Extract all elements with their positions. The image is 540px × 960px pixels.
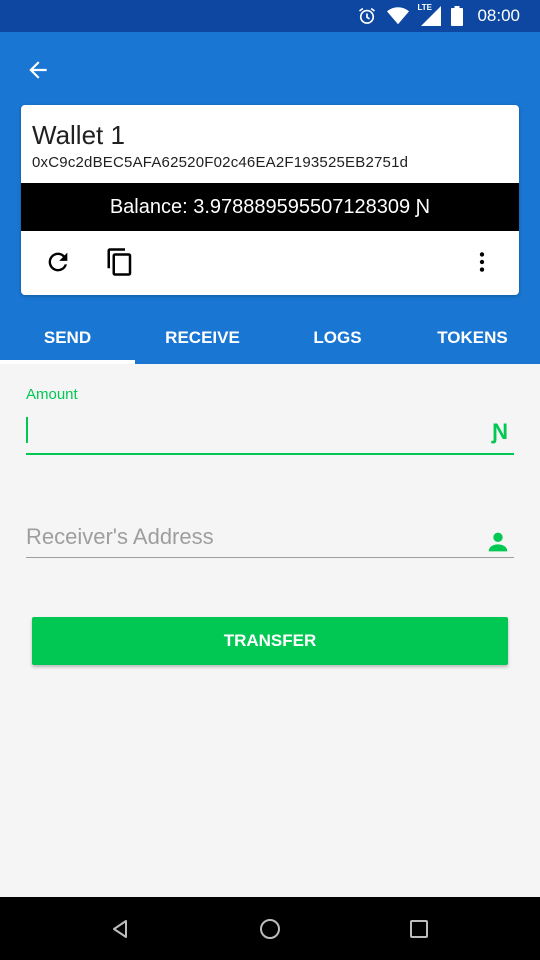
wallet-address: 0xC9c2dBEC5AFA62520F02c46EA2F193525EB275…: [32, 154, 409, 171]
square-recents-icon: [410, 920, 428, 938]
back-button[interactable]: [22, 54, 54, 86]
receiver-field: Receiver's Address: [26, 520, 514, 558]
wallet-name: Wallet 1: [32, 120, 125, 150]
receiver-address-input[interactable]: Receiver's Address: [26, 520, 514, 558]
text-caret: [26, 417, 28, 443]
person-icon: [488, 532, 508, 552]
receiver-placeholder: Receiver's Address: [26, 524, 214, 549]
signal-icon: LTE: [417, 3, 442, 26]
copy-button[interactable]: [103, 245, 137, 279]
navigation-bar: [0, 897, 540, 960]
balance-text: Balance: 3.978889595507128309 Ɲ: [109, 195, 431, 218]
transfer-button[interactable]: TRANSFER: [32, 617, 508, 665]
copy-icon: [107, 248, 132, 276]
network-type-label: LTE: [417, 3, 432, 12]
app-bar: Wallet 1 0xC9c2dBEC5AFA62520F02c46EA2F19…: [0, 32, 540, 364]
status-time: 08:00: [477, 6, 520, 25]
contact-picker-button[interactable]: [484, 528, 512, 556]
battery-icon: [451, 6, 464, 26]
tab-bar: SEND RECEIVE LOGS TOKENS: [0, 312, 540, 364]
tab-tokens[interactable]: TOKENS: [405, 312, 540, 364]
status-bar: LTE 08:00: [0, 0, 540, 32]
card-actions: [21, 231, 519, 295]
arrow-left-icon: [29, 61, 47, 79]
alarm-icon: [357, 6, 377, 26]
tab-send[interactable]: SEND: [0, 312, 135, 364]
nav-recents-button[interactable]: [405, 915, 433, 943]
circle-home-icon: [260, 919, 280, 939]
triangle-back-icon: [113, 920, 127, 938]
wallet-card: Wallet 1 0xC9c2dBEC5AFA62520F02c46EA2F19…: [21, 105, 519, 295]
more-options-button[interactable]: [465, 245, 499, 279]
wifi-icon: [387, 6, 410, 26]
amount-input[interactable]: Ɲ: [26, 413, 514, 455]
more-vert-icon: [479, 252, 485, 272]
amount-field: Amount Ɲ: [26, 386, 514, 455]
amount-label: Amount: [26, 386, 78, 403]
tab-logs[interactable]: LOGS: [270, 312, 405, 364]
nav-home-button[interactable]: [256, 915, 284, 943]
tab-receive[interactable]: RECEIVE: [135, 312, 270, 364]
nav-back-button[interactable]: [106, 915, 134, 943]
balance-bar: Balance: 3.978889595507128309 Ɲ: [21, 183, 519, 231]
currency-icon: Ɲ: [492, 419, 508, 444]
refresh-button[interactable]: [41, 245, 75, 279]
refresh-icon: [48, 252, 68, 272]
